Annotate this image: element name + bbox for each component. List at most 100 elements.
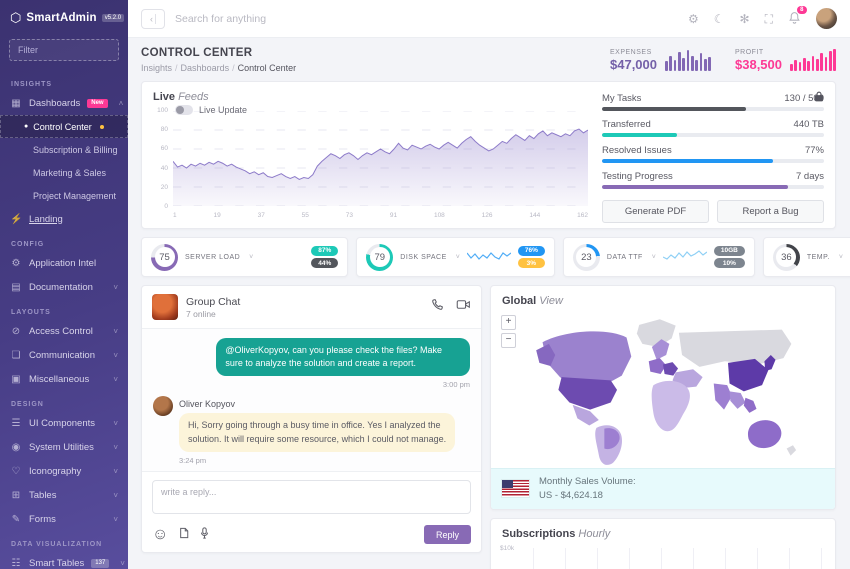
sparkline-chart <box>662 250 707 260</box>
live-update-toggle[interactable] <box>175 105 193 115</box>
chevron-up-icon: ˄ <box>118 98 124 108</box>
task-row: Transferred 440 TB <box>602 119 824 137</box>
chat-online-count: 7 online <box>186 308 216 319</box>
book-icon: ▤ <box>11 281 21 293</box>
microphone-icon[interactable] <box>200 526 209 544</box>
gauge-ring: 79 <box>366 243 394 271</box>
sidebar-item-documentation[interactable]: ▤ Documentation ˅ <box>0 275 128 299</box>
sidebar-item-system-utilities[interactable]: ◉ System Utilities ˅ <box>0 435 128 459</box>
attach-file-icon[interactable] <box>179 526 189 544</box>
sidebar-item-dashboards[interactable]: ▦ Dashboards New ˄ <box>0 91 128 115</box>
breadcrumb-item[interactable]: Dashboards <box>181 63 230 73</box>
sidebar-item-ui-components[interactable]: ☰ UI Components ˅ <box>0 411 128 435</box>
chevron-down-icon[interactable]: ˅ <box>249 254 253 261</box>
map-zoom-out-button[interactable]: − <box>501 333 516 348</box>
nav-section-design: Design <box>11 401 44 408</box>
item-label: Forms <box>29 513 56 525</box>
subscriptions-panel: Subscriptions Hourly $10k <box>490 518 836 569</box>
chat-title: Group Chat <box>186 295 241 308</box>
data-ttf-widget: 23 DATA TTF ˅ 10GB 10% <box>562 237 755 277</box>
chevron-down-icon[interactable]: ˅ <box>839 254 843 261</box>
breadcrumb-current: Control Center <box>237 63 297 73</box>
profit-label: PROFIT <box>735 48 764 56</box>
chat-message-list[interactable]: @OliverKopyov, can you please check the … <box>142 329 481 471</box>
item-label: Communication <box>29 349 95 361</box>
chevron-down-icon: ˅ <box>113 326 118 336</box>
sidebar-item-application-intel[interactable]: ⚙ Application Intel <box>0 251 128 275</box>
nav-section-data-visualization: Data Visualization <box>11 541 103 548</box>
disk-space-widget: 79 DISK SPACE ˅ 76% 3% <box>356 237 555 277</box>
sidebar-collapse-button[interactable]: ‹ <box>141 8 165 29</box>
sidebar-item-miscellaneous[interactable]: ▣ Miscellaneous ˅ <box>0 367 128 391</box>
chat-bubble-icon: ❏ <box>11 349 21 361</box>
table-icon: ⊞ <box>11 489 21 501</box>
settings-gear-icon[interactable]: ⚙ <box>688 13 699 25</box>
sidebar-item-forms[interactable]: ✎ Forms ˅ <box>0 507 128 531</box>
nav-section-layouts: Layouts <box>11 309 51 316</box>
video-call-icon[interactable] <box>456 298 471 316</box>
status-badge: 44% <box>311 258 339 269</box>
chevron-down-icon: ˅ <box>113 374 118 384</box>
group-chat-avatar[interactable] <box>152 294 178 320</box>
reply-input[interactable] <box>152 480 471 514</box>
global-view-panel: Global View + − Monthly Sales Volume: US… <box>490 285 836 510</box>
sidebar-item-smart-tables[interactable]: ☷ Smart Tables 137 ˅ <box>0 551 128 569</box>
item-label: Iconography <box>29 465 82 477</box>
search-input[interactable] <box>175 12 678 25</box>
sidebar-item-subscription-billing[interactable]: Subscription & Billing <box>0 138 128 161</box>
phone-call-icon[interactable] <box>431 298 444 316</box>
task-row: Testing Progress 7 days <box>602 171 824 189</box>
chevron-down-icon[interactable]: ˅ <box>652 254 656 261</box>
map-zoom-in-button[interactable]: + <box>501 315 516 330</box>
sender-avatar[interactable] <box>153 396 173 417</box>
sidebar-filter-input[interactable] <box>9 39 119 61</box>
temp-widget: 36 TEMP.˅ 124 40F <box>762 237 850 277</box>
lock-icon[interactable] <box>814 89 824 107</box>
world-map[interactable]: + − <box>491 309 835 468</box>
notifications-bell-icon[interactable]: 8 <box>788 5 807 27</box>
fullscreen-icon[interactable]: ⛶ <box>765 13 773 25</box>
breadcrumb-item[interactable]: Insights <box>141 63 172 73</box>
chevron-down-icon: ˅ <box>113 282 118 292</box>
emoji-icon[interactable]: ☺ <box>152 526 168 544</box>
status-dot-icon <box>99 124 104 129</box>
count-badge: 137 <box>91 558 110 568</box>
chevron-down-icon[interactable]: ˅ <box>456 254 460 261</box>
progress-bar <box>602 185 824 189</box>
sidebar-item-communication[interactable]: ❏ Communication ˅ <box>0 343 128 367</box>
apps-launcher-icon[interactable]: ✻ <box>740 13 750 25</box>
chevron-down-icon: ˅ <box>113 442 118 452</box>
expenses-label: EXPENSES <box>610 48 652 56</box>
user-avatar[interactable] <box>816 8 837 29</box>
sidebar-item-access-control[interactable]: ⊘ Access Control ˅ <box>0 319 128 343</box>
live-area-chart <box>173 111 588 206</box>
item-label: Control Center <box>33 121 92 132</box>
app-logo[interactable]: ⬡ SmartAdmin v5.2.0 <box>0 0 128 33</box>
sidebar-item-landing[interactable]: ⚡ Landing <box>0 207 128 231</box>
generate-pdf-button[interactable]: Generate PDF <box>602 199 709 223</box>
sidebar-item-project-management[interactable]: Project Management <box>0 184 128 207</box>
us-flag-icon <box>502 480 529 498</box>
lightning-icon: ⚡ <box>10 213 23 225</box>
report-bug-button[interactable]: Report a Bug <box>717 199 824 223</box>
sidebar-item-iconography[interactable]: ♡ Iconography ˅ <box>0 459 128 483</box>
live-update-label: Live Update <box>199 105 248 115</box>
reply-button[interactable]: Reply <box>423 525 471 544</box>
active-bullet-icon: ● <box>24 123 29 130</box>
gauge-widgets-row: 75 SERVER LOAD ˅ 87% 44% 79 DISK SPACE ˅ 7… <box>141 237 850 277</box>
live-chart-y-axis: 100 80 60 40 20 0 <box>157 107 168 210</box>
pencil-icon: ✎ <box>11 513 21 525</box>
live-feeds-title: Live Feeds <box>153 91 209 103</box>
item-label: Landing <box>29 213 63 225</box>
sales-volume-footer: Monthly Sales Volume: US - $4,624.18 <box>491 467 835 509</box>
shield-icon: ⊘ <box>11 325 21 337</box>
expenses-mini-bar-chart <box>665 49 711 71</box>
sparkline-chart <box>260 247 304 267</box>
item-label: Access Control <box>29 325 93 337</box>
received-message: Oliver Kopyov Hi, Sorry going through a … <box>153 396 470 453</box>
chevron-down-icon: ˅ <box>113 350 118 360</box>
dark-mode-moon-icon[interactable]: ☾ <box>714 13 725 25</box>
sidebar-item-marketing-sales[interactable]: Marketing & Sales <box>0 161 128 184</box>
sidebar-item-tables[interactable]: ⊞ Tables ˅ <box>0 483 128 507</box>
sidebar-item-control-center[interactable]: ● Control Center <box>0 115 128 138</box>
